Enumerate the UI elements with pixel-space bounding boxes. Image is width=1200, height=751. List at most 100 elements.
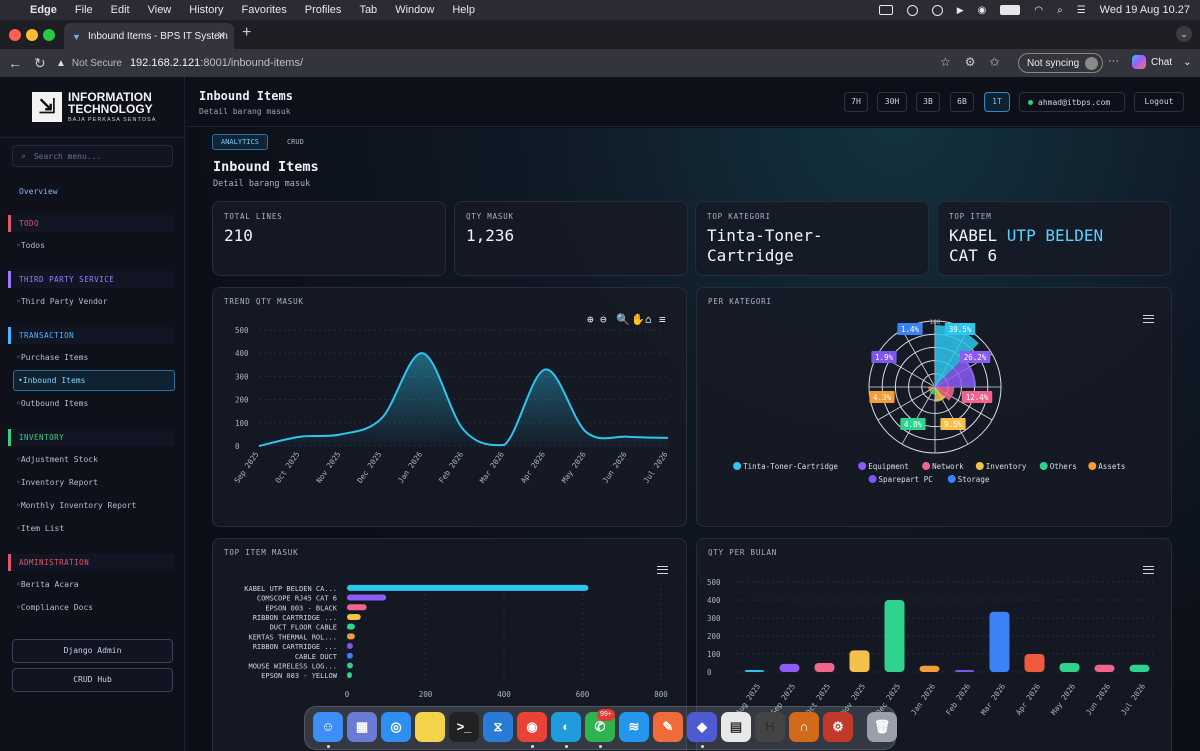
new-tab-button[interactable]: + [242,24,251,42]
range-30h-button[interactable]: 30H [877,92,907,112]
menu-view[interactable]: View [148,4,172,16]
django-admin-button[interactable]: Django Admin [12,639,173,663]
range-1t-button[interactable]: 1T [984,92,1010,112]
legend-swatch [1088,462,1097,470]
sidebar-item-compliance-docs[interactable]: ◦Compliance Docs [16,603,93,612]
minimize-window-button[interactable] [26,29,38,41]
menu-help[interactable]: Help [452,4,475,16]
sidebar-item-label: Outbound Items [20,399,89,408]
sidebar-item-todos[interactable]: ◦Todos [16,241,45,250]
battery-icon[interactable] [1000,5,1021,15]
more-menu-icon[interactable]: ··· [1108,55,1119,67]
profile-sync-button[interactable]: Not syncing [1018,53,1104,73]
security-label[interactable]: Not Secure [72,58,122,69]
sidebar-item-third-party-vendor[interactable]: ◦Third Party Vendor [16,297,108,306]
menu-file[interactable]: File [75,4,93,16]
range-3b-button[interactable]: 3B [916,92,940,112]
dock-glyph: 🗑 [873,719,891,734]
url-host[interactable]: 192.168.2.121 [130,57,200,69]
menu-window[interactable]: Window [395,4,434,16]
control-icon[interactable]: ◉ [978,5,987,16]
sidebar-item-adjustment-stock[interactable]: ◦Adjustment Stock [16,455,98,464]
vpn-icon[interactable] [931,4,943,16]
favorite-star-icon[interactable]: ☆ [940,55,951,69]
url-path[interactable]: :8001/inbound-items/ [200,57,303,69]
range-6b-button[interactable]: 6B [950,92,974,112]
copilot-chat-button[interactable]: Chat ⌄ [1132,55,1192,69]
app-menu-edge[interactable]: Edge [30,4,57,16]
reload-icon[interactable]: ↻ [34,55,46,72]
dock-pencil-icon[interactable]: ✎ [653,712,683,742]
dock-safari-icon[interactable]: ◎ [381,712,411,742]
y-tick-label: 0 [707,668,712,677]
tab-list-chevron-icon[interactable]: ⌄ [1176,26,1192,42]
browser-tab-active[interactable]: ▼ Inbound Items - BPS IT System ✕ [64,23,234,49]
dock-edge-icon[interactable]: ◐ [551,712,581,742]
sidebar-item-berita-acara[interactable]: ◦Berita Acara [16,580,79,589]
close-window-button[interactable] [9,29,21,41]
dock-docker-icon[interactable]: ≋ [619,712,649,742]
toolbar-menu-icon[interactable]: ≡ [659,313,666,326]
sidebar-search[interactable]: ⌕ Search menu... [12,145,173,167]
dock-hub-icon[interactable]: H [755,712,785,742]
tab-crud[interactable]: CRUD [278,134,313,150]
logout-button[interactable]: Logout [1134,92,1184,112]
dock-finder-icon[interactable]: ☺ [313,712,343,742]
category-polar-chart[interactable]: 100 39.5% 26.2% 12.4% 9.5% 4.8% 4.3% 1.9% 1.4% Ti… [697,288,1173,528]
sidebar-item-monthly-inventory-report[interactable]: ◦Monthly Inventory Report [16,501,136,510]
extensions-icon[interactable]: ⚙ [965,55,976,69]
tab-close-icon[interactable]: ✕ [217,29,226,42]
dock-security-icon[interactable]: ⚙ [823,712,853,742]
favorites-list-icon[interactable]: ✩ [990,55,1000,69]
menu-favorites[interactable]: Favorites [242,4,287,16]
dock-terminal-icon[interactable]: >_ [449,712,479,742]
dock-launchpad-icon[interactable]: ▦ [347,712,377,742]
dock-preview-icon[interactable]: ▤ [721,712,751,742]
dock-notes-icon[interactable] [415,712,445,742]
range-7h-button[interactable]: 7H [844,92,868,112]
toolbar-pan-icon[interactable]: ✋ [631,313,645,326]
section-administration: ADMINISTRATION [8,554,174,571]
warning-icon[interactable]: ▲ [56,58,66,69]
dock-trash-icon[interactable]: 🗑 [867,712,897,742]
sidebar-item-inbound-items[interactable]: • Inbound Items [13,370,175,391]
toolbar-zoom-out-icon[interactable]: ⊖ [600,313,607,326]
dock-podcast-icon[interactable]: ∩ [789,712,819,742]
dock-chrome-icon[interactable]: ◉ [517,712,547,742]
menubar-clock[interactable]: Wed 19 Aug 10.27 [1100,4,1190,16]
sidebar-item-purchase-items[interactable]: ◦Purchase Items [16,353,88,362]
back-arrow-icon[interactable]: ← [8,55,22,71]
company-logo[interactable]: ⇲ INFORMATION TECHNOLOGY BAJA PERKASA SE… [32,91,156,123]
menu-history[interactable]: History [189,4,223,16]
screen-share-icon[interactable] [878,5,893,15]
url-bar[interactable]: ▲ Not Secure 192.168.2.121 :8001/inbound… [56,53,936,73]
crud-hub-button[interactable]: CRUD Hub [12,668,173,692]
x-tick-label: Jun 2026 [601,450,629,485]
sidebar-item-item-list[interactable]: ◦Item List [16,524,64,533]
spotlight-icon[interactable]: ⌕ [1057,5,1063,16]
toolbar-zoom-icon[interactable]: 🔍 [616,312,630,326]
dock-running-indicator [701,745,704,748]
zoom-window-button[interactable] [43,29,55,41]
menu-profiles[interactable]: Profiles [305,4,342,16]
search-input[interactable]: Search menu... [34,152,101,161]
toolbar-home-icon[interactable]: ⌂ [645,313,652,326]
sidebar-item-outbound-items[interactable]: ◦Outbound Items [16,399,88,408]
play-icon[interactable]: ▶ [957,5,964,16]
menu-tab[interactable]: Tab [359,4,377,16]
control-center-icon[interactable]: ☰ [1077,5,1086,16]
status-icon[interactable] [906,4,918,16]
trend-chart-card: TREND QTY MASUK 0 100 200 300 400 500 Sep 2025… [212,287,687,527]
tab-analytics[interactable]: ANALYTICS [212,134,268,150]
x-tick-label: Jan 2026 [396,450,424,485]
menu-edit[interactable]: Edit [111,4,130,16]
sidebar-item-overview[interactable]: Overview [19,187,58,196]
dock-teams-icon[interactable]: ◆ [687,712,717,742]
user-badge[interactable]: ahmad@itbps.com [1019,92,1125,112]
wifi-icon[interactable]: ◠ [1034,5,1043,16]
percent-label: 4.3% [873,393,892,402]
toolbar-zoom-in-icon[interactable]: ⊕ [587,313,594,326]
sidebar-item-inventory-report[interactable]: ◦Inventory Report [16,478,98,487]
dock-vscode-icon[interactable]: ⧖ [483,712,513,742]
trend-chart[interactable]: 0 100 200 300 400 500 Sep 2025 Oct 2025 Nov 2025… [213,288,688,528]
